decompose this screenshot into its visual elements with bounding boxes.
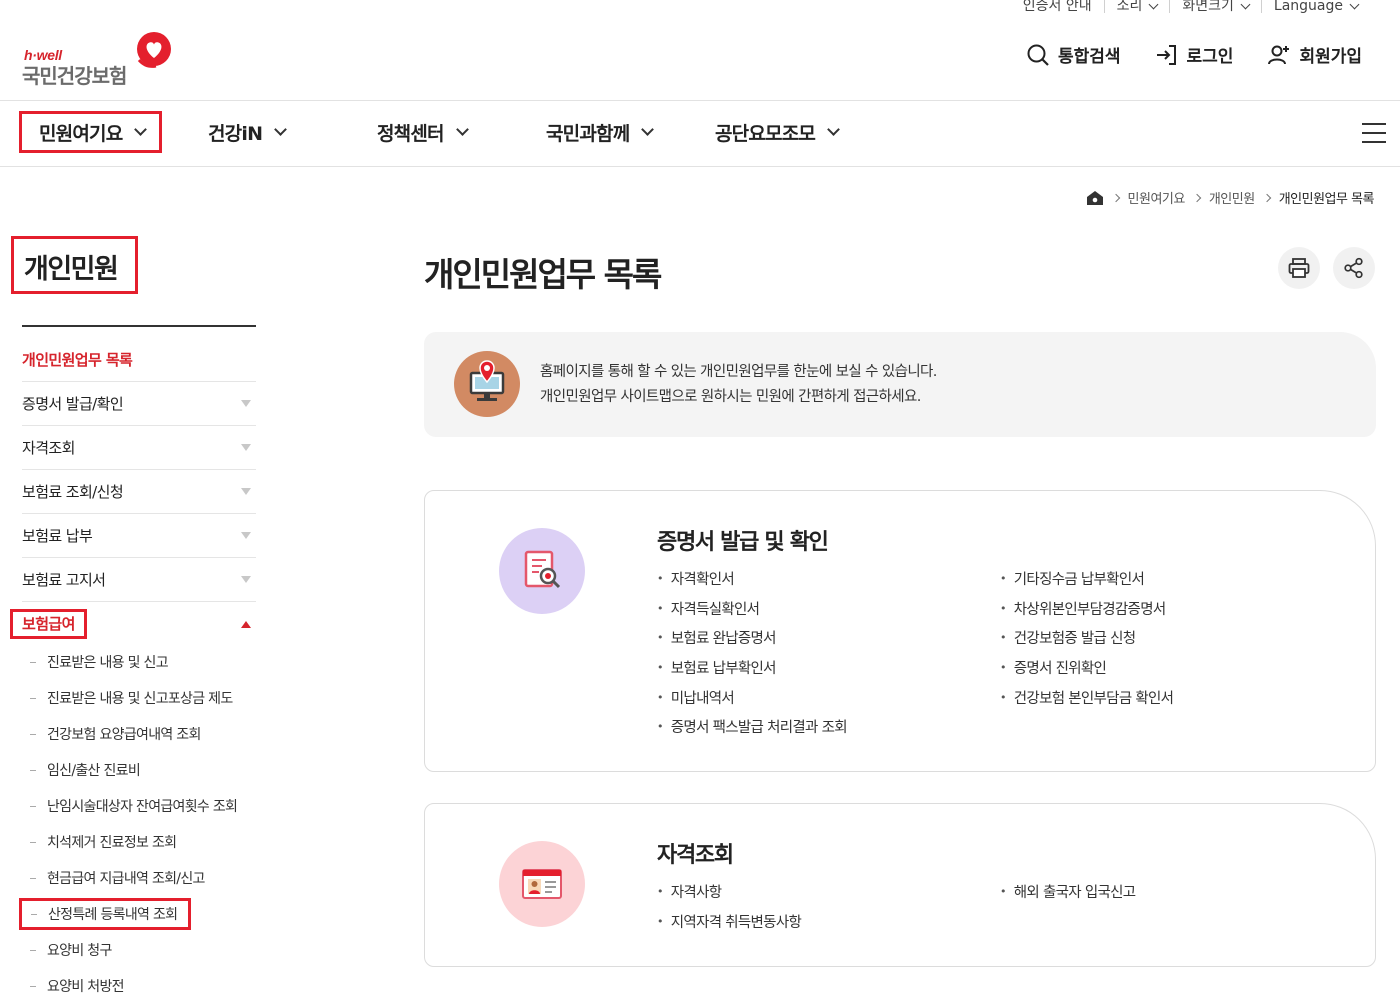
submenu-item[interactable]: 건강보험 요양급여내역 조회 bbox=[22, 716, 256, 752]
chevron-down-icon bbox=[274, 123, 288, 136]
add-user-icon bbox=[1268, 45, 1290, 64]
chevron-down-icon bbox=[455, 123, 469, 136]
submenu-item[interactable]: 요양비 청구 bbox=[22, 932, 256, 968]
submenu-item[interactable]: 임신/출산 진료비 bbox=[22, 752, 256, 788]
breadcrumb-separator bbox=[1192, 193, 1202, 202]
list-item-link[interactable]: 자격확인서 bbox=[657, 564, 847, 594]
chevron-down-icon bbox=[641, 123, 655, 136]
intro-line-2: 개인민원업무 사이트맵으로 원하시는 민원에 간편하게 접근하세요. bbox=[540, 389, 921, 405]
gnb-menu-policy[interactable]: 정책센터 bbox=[377, 111, 469, 153]
list-item-link[interactable]: 미납내역서 bbox=[657, 682, 847, 712]
home-icon[interactable] bbox=[1086, 190, 1104, 206]
sidebar-menu: 개인민원업무 목록 증명서 발급/확인 자격조회 보험료 조회/신청 보험료 납… bbox=[10, 338, 256, 646]
sound-dropdown[interactable]: 소리 bbox=[1103, 0, 1170, 13]
list-item-link[interactable]: 지역자격 취득변동사항 bbox=[657, 907, 802, 937]
gnb-menu-about[interactable]: 공단요모조모 bbox=[715, 111, 840, 153]
list-item-link[interactable]: 건강보험증 발급 신청 bbox=[1000, 623, 1173, 653]
document-search-icon bbox=[499, 528, 585, 614]
print-button[interactable] bbox=[1278, 247, 1320, 289]
gnb-menu-civil[interactable]: 민원여기요 bbox=[19, 111, 163, 153]
chevron-down-icon bbox=[1240, 0, 1251, 9]
list-item-link[interactable]: 자격득실확인서 bbox=[657, 594, 847, 624]
intro-line-1: 홈페이지를 통해 할 수 있는 개인민원업무를 한눈에 보실 수 있습니다. bbox=[540, 364, 937, 380]
sidebar-item-list[interactable]: 개인민원업무 목록 bbox=[22, 338, 256, 382]
sidebar-divider bbox=[22, 325, 256, 327]
sidebar-item-premium-inquiry[interactable]: 보험료 조회/신청 bbox=[22, 470, 256, 514]
chevron-down-icon bbox=[1148, 0, 1159, 9]
gnb-menu-public[interactable]: 국민과함께 bbox=[546, 111, 655, 153]
list-item-link[interactable]: 증명서 팩스발급 처리결과 조회 bbox=[657, 712, 848, 742]
submenu-item[interactable]: 치석제거 진료정보 조회 bbox=[22, 824, 256, 860]
breadcrumb: 민원여기요 개인민원 개인민원업무 목록 bbox=[1086, 188, 1375, 207]
breadcrumb-separator bbox=[1262, 193, 1271, 202]
language-dropdown[interactable]: Language bbox=[1260, 0, 1370, 13]
integrated-search-button[interactable]: 통합검색 bbox=[1026, 42, 1121, 67]
card-title: 자격조회 bbox=[657, 843, 734, 868]
card-title: 증명서 발급 및 확인 bbox=[657, 530, 829, 555]
chevron-down-icon bbox=[134, 123, 148, 136]
screen-size-dropdown[interactable]: 화면크기 bbox=[1169, 0, 1261, 13]
sidebar-item-qualification[interactable]: 자격조회 bbox=[22, 426, 256, 470]
submenu-item-special-case[interactable]: 산정특례 등록내역 조회 bbox=[19, 898, 191, 930]
list-item-link[interactable]: 증명서 진위확인 bbox=[1000, 653, 1173, 683]
chevron-down-icon bbox=[827, 123, 840, 136]
breadcrumb-separator bbox=[1111, 193, 1120, 202]
sidebar-item-premium-notice[interactable]: 보험료 고지서 bbox=[22, 558, 256, 602]
card-certificate: 증명서 발급 및 확인 자격확인서 자격득실확인서 보험료 완납증명서 보험료 … bbox=[424, 490, 1376, 772]
list-item-link[interactable]: 차상위본인부담경감증명서 bbox=[1000, 594, 1173, 624]
login-button[interactable]: 로그인 bbox=[1155, 42, 1233, 67]
monitor-location-icon bbox=[454, 351, 520, 417]
logo-name: 국민건강보험 bbox=[22, 64, 127, 88]
nhis-logo[interactable]: h·well 국민건강보험 bbox=[22, 32, 174, 88]
sidebar-item-premium-payment[interactable]: 보험료 납부 bbox=[22, 514, 256, 558]
breadcrumb-item[interactable]: 민원여기요 bbox=[1128, 188, 1186, 207]
hamburger-menu-icon[interactable] bbox=[1362, 123, 1386, 143]
breadcrumb-current: 개인민원업무 목록 bbox=[1278, 192, 1375, 207]
gnb-menu-health[interactable]: 건강iN bbox=[208, 111, 288, 153]
submenu-item[interactable]: 요양비 처방전 bbox=[22, 968, 256, 998]
triangle-down-icon bbox=[241, 488, 251, 495]
triangle-down-icon bbox=[241, 444, 251, 451]
list-item-link[interactable]: 건강보험 본인부담금 확인서 bbox=[1000, 682, 1174, 712]
sidebar-submenu: 진료받은 내용 및 신고 진료받은 내용 및 신고포상금 제도 건강보험 요양급… bbox=[19, 644, 256, 998]
intro-box: 홈페이지를 통해 할 수 있는 개인민원업무를 한눈에 보실 수 있습니다. 개… bbox=[424, 332, 1376, 437]
triangle-up-icon bbox=[241, 620, 251, 628]
card-qualification: 자격조회 자격사항 지역자격 취득변동사항 해외 출국자 입국신고 bbox=[424, 803, 1376, 967]
list-item-link[interactable]: 보험료 완납증명서 bbox=[657, 623, 847, 653]
list-item-link[interactable]: 자격사항 bbox=[657, 877, 801, 907]
id-card-icon bbox=[499, 841, 585, 927]
page-title: 개인민원업무 목록 bbox=[424, 255, 662, 294]
card-right-list: 기타징수금 납부확인서 차상위본인부담경감증명서 건강보험증 발급 신청 증명서… bbox=[1000, 564, 1174, 712]
print-icon bbox=[1288, 258, 1310, 278]
certificate-guide-link[interactable]: 인증서 안내 bbox=[1011, 0, 1104, 13]
triangle-down-icon bbox=[241, 532, 251, 539]
sidebar-title: 개인민원 bbox=[11, 236, 138, 294]
top-actions: 통합검색 로그인 회원가입 bbox=[1026, 42, 1362, 67]
card-right-list: 해외 출국자 입국신고 bbox=[1000, 877, 1136, 907]
list-item-link[interactable]: 해외 출국자 입국신고 bbox=[1000, 877, 1136, 907]
submenu-item[interactable]: 난임시술대상자 잔여급여횟수 조회 bbox=[22, 788, 256, 824]
search-icon bbox=[1027, 44, 1049, 66]
triangle-down-icon bbox=[241, 400, 251, 407]
card-left-list: 자격사항 지역자격 취득변동사항 bbox=[657, 877, 802, 937]
join-button[interactable]: 회원가입 bbox=[1267, 42, 1362, 67]
submenu-item[interactable]: 진료받은 내용 및 신고 bbox=[22, 644, 256, 680]
card-left-list: 자격확인서 자격득실확인서 보험료 완납증명서 보험료 납부확인서 미납내역서 … bbox=[657, 564, 848, 742]
login-icon bbox=[1156, 44, 1176, 65]
list-item-link[interactable]: 기타징수금 납부확인서 bbox=[1000, 564, 1173, 594]
share-icon bbox=[1344, 257, 1363, 279]
list-item-link[interactable]: 보험료 납부확인서 bbox=[657, 653, 847, 683]
sidebar-item-certificate[interactable]: 증명서 발급/확인 bbox=[22, 382, 256, 426]
share-button[interactable] bbox=[1333, 247, 1375, 289]
submenu-item[interactable]: 현금급여 지급내역 조회/신고 bbox=[22, 860, 256, 896]
triangle-down-icon bbox=[241, 576, 251, 583]
heart-logo-icon bbox=[137, 32, 171, 68]
sidebar-item-benefits[interactable]: 보험급여 bbox=[10, 602, 256, 646]
utility-bar: 인증서 안내 소리 화면크기 Language bbox=[1011, 0, 1370, 16]
submenu-item[interactable]: 진료받은 내용 및 신고포상금 제도 bbox=[22, 680, 256, 716]
breadcrumb-item[interactable]: 개인민원 bbox=[1209, 188, 1255, 207]
global-navigation: 민원여기요 건강iN 정책센터 국민과함께 공단요모조모 bbox=[0, 100, 1400, 167]
chevron-down-icon bbox=[1349, 0, 1360, 9]
